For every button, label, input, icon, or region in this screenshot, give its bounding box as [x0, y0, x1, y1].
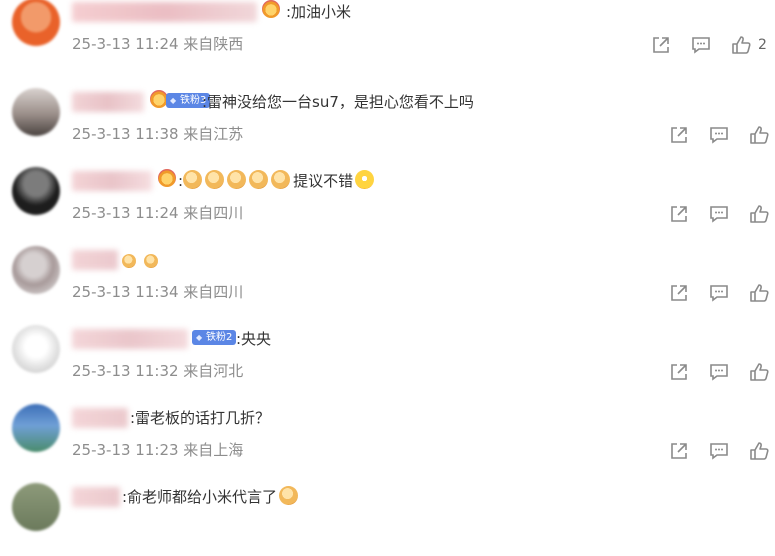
comment-text: :雷神没给您一台su7，是担心您看不上吗: [202, 93, 474, 111]
crown-badge-icon: [158, 169, 176, 187]
comment-meta: 25-3-13 11:32 来自河北: [72, 362, 244, 380]
thumbs-up-icon: [122, 254, 136, 268]
like-icon[interactable]: [748, 124, 770, 146]
comment-text-body: 提议不错: [293, 172, 354, 190]
comment-meta: 25-3-13 11:38 来自江苏: [72, 125, 244, 143]
comment-icon[interactable]: [708, 361, 730, 383]
comment-text-body: :俞老师都给小米代言了: [122, 488, 278, 506]
cat-emoji-icon: [279, 486, 299, 505]
like-count: 2: [758, 37, 767, 53]
comment-text: :雷老板的话打几折？: [130, 409, 271, 427]
comment-icon[interactable]: [708, 203, 730, 225]
comment-text: [122, 249, 166, 271]
fan-level-badge: 铁粉2: [192, 330, 237, 345]
thumbs-up-icon: [183, 170, 203, 189]
laughing-emoji-icon: [355, 170, 375, 189]
thumbs-up-icon: [144, 254, 158, 268]
comment-meta: 25-3-13 11:24 来自陕西: [72, 35, 244, 53]
thumbs-up-icon: [271, 170, 291, 189]
crown-badge-icon: [262, 0, 280, 18]
comment-icon[interactable]: [708, 440, 730, 462]
like-icon[interactable]: [748, 282, 770, 304]
like-icon[interactable]: [748, 203, 770, 225]
comment-text: :加油小米: [286, 3, 352, 21]
thumbs-up-icon: [249, 170, 269, 189]
share-icon[interactable]: [650, 34, 672, 56]
comment-item: :雷老板的话打几折？ 25-3-13 11:23 来自上海: [0, 398, 775, 477]
comment-icon[interactable]: [708, 282, 730, 304]
comment-item: 25-3-13 11:34 来自四川: [0, 240, 775, 319]
share-icon[interactable]: [668, 440, 690, 462]
like-icon[interactable]: [748, 361, 770, 383]
comment-text: : 提议不错: [178, 170, 377, 192]
share-icon[interactable]: [668, 203, 690, 225]
like-icon[interactable]: [730, 34, 752, 56]
thumbs-up-icon: [227, 170, 247, 189]
avatar[interactable]: [12, 325, 60, 373]
like-icon[interactable]: [748, 440, 770, 462]
username-blurred[interactable]: [72, 250, 118, 270]
username-blurred[interactable]: [72, 329, 188, 349]
avatar[interactable]: [12, 246, 60, 294]
comment-item: 铁粉2 :央央 25-3-13 11:32 来自河北: [0, 319, 775, 398]
share-icon[interactable]: [668, 124, 690, 146]
username-blurred[interactable]: [72, 487, 120, 507]
avatar[interactable]: [12, 167, 60, 215]
comment-item: 铁粉3 :雷神没给您一台su7，是担心您看不上吗 25-3-13 11:38 来…: [0, 82, 775, 161]
comment-meta: 25-3-13 11:34 来自四川: [72, 283, 244, 301]
comment-text: :俞老师都给小米代言了: [122, 486, 301, 508]
share-icon[interactable]: [668, 282, 690, 304]
comment-icon[interactable]: [690, 34, 712, 56]
avatar[interactable]: [12, 483, 60, 531]
share-icon[interactable]: [668, 361, 690, 383]
username-blurred[interactable]: [72, 2, 257, 22]
comment-item: :俞老师都给小米代言了: [0, 477, 775, 556]
avatar[interactable]: [12, 404, 60, 452]
comment-item: : 提议不错 25-3-13 11:24 来自四川: [0, 161, 775, 240]
comment-text: :央央: [236, 330, 272, 348]
thumbs-up-icon: [205, 170, 225, 189]
comment-meta: 25-3-13 11:23 来自上海: [72, 441, 244, 459]
username-blurred[interactable]: [72, 171, 152, 191]
avatar[interactable]: [12, 88, 60, 136]
avatar[interactable]: [12, 0, 60, 46]
comment-icon[interactable]: [708, 124, 730, 146]
username-blurred[interactable]: [72, 92, 144, 112]
comment-meta: 25-3-13 11:24 来自四川: [72, 204, 244, 222]
comment-item: :加油小米 25-3-13 11:24 来自陕西 2: [0, 0, 775, 71]
username-blurred[interactable]: [72, 408, 128, 428]
